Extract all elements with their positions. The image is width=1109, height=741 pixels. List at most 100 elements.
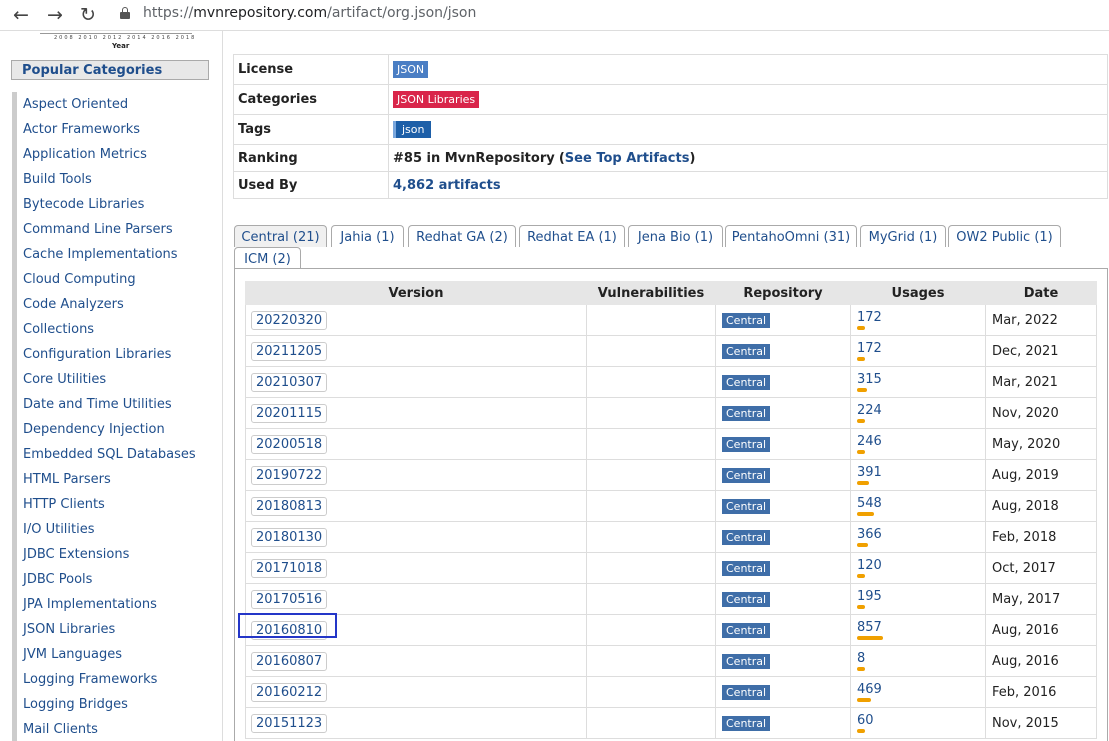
sidebar-category-link[interactable]: Configuration Libraries [12,342,196,367]
tab-ow2-public[interactable]: OW2 Public (1) [948,225,1061,247]
usage-bar [857,449,865,454]
usages-link[interactable]: 172 [857,311,985,324]
category-badge[interactable]: JSON Libraries [393,91,480,108]
version-link[interactable]: 20180130 [251,527,328,547]
repository-badge[interactable]: Central [722,467,771,483]
sidebar-category-link[interactable]: JVM Languages [12,642,196,667]
repository-badge[interactable]: Central [722,405,771,421]
version-link[interactable]: 20180813 [251,496,328,516]
tab-central[interactable]: Central (21) [234,225,327,247]
sidebar-category-link[interactable]: Core Utilities [12,367,196,392]
sidebar-category-link[interactable]: HTML Parsers [12,467,196,492]
repository-badge[interactable]: Central [722,653,771,669]
repository-badge[interactable]: Central [722,591,771,607]
usage-bar [857,728,865,733]
sidebar-category-link[interactable]: Command Line Parsers [12,217,196,242]
usages-link[interactable]: 857 [857,621,985,634]
usages-link[interactable]: 224 [857,404,985,417]
vulnerabilities-cell [586,428,716,460]
repository-badge[interactable]: Central [722,436,771,452]
version-link[interactable]: 20160212 [251,682,328,702]
version-link[interactable]: 20151123 [251,713,328,733]
version-link[interactable]: 20210307 [251,372,328,392]
sidebar-category-link[interactable]: Date and Time Utilities [12,392,196,417]
sidebar-category-link[interactable]: Cloud Computing [12,267,196,292]
sidebar-category-link[interactable]: Logging Frameworks [12,667,196,692]
sidebar-category-link[interactable]: Embedded SQL Databases [12,442,196,467]
sidebar-category-link[interactable]: Code Analyzers [12,292,196,317]
tag-badge[interactable]: json [393,121,431,138]
usage-bar [857,542,868,547]
sidebar-category-link[interactable]: Dependency Injection [12,417,196,442]
usages-link[interactable]: 60 [857,714,985,727]
sidebar-category-link[interactable]: Mail Clients [12,717,196,741]
usages-link[interactable]: 548 [857,497,985,510]
sidebar-category-link[interactable]: Aspect Oriented [12,92,196,117]
tab-redhat-ea[interactable]: Redhat EA (1) [519,225,625,247]
header-version: Version [245,281,587,305]
usages-link[interactable]: 246 [857,435,985,448]
sidebar-category-link[interactable]: Application Metrics [12,142,196,167]
usages-link[interactable]: 172 [857,342,985,355]
release-date: Aug, 2018 [985,490,1097,522]
version-link[interactable]: 20170516 [251,589,328,609]
address-bar[interactable]: https://mvnrepository.com/artifact/org.j… [143,5,476,21]
usedby-link[interactable]: 4,862 artifacts [393,178,501,193]
lock-icon[interactable] [120,7,130,19]
arrow-left-icon[interactable]: ← [10,4,32,26]
version-link[interactable]: 20220320 [251,310,328,330]
chart-axis [40,33,192,34]
tab-pentahoomni[interactable]: PentahoOmni (31) [725,225,857,247]
sidebar-category-link[interactable]: I/O Utilities [12,517,196,542]
sidebar-category-link[interactable]: JDBC Pools [12,567,196,592]
repository-badge[interactable]: Central [722,312,771,328]
repository-badge[interactable]: Central [722,498,771,514]
tab-jahia[interactable]: Jahia (1) [331,225,404,247]
repository-badge[interactable]: Central [722,374,771,390]
repository-badge[interactable]: Central [722,622,771,638]
sidebar-category-link[interactable]: Build Tools [12,167,196,192]
sidebar-category-link[interactable]: JDBC Extensions [12,542,196,567]
vulnerabilities-cell [586,583,716,615]
version-link[interactable]: 20160810 [251,620,328,640]
release-date: May, 2020 [985,428,1097,460]
arrow-right-icon[interactable]: → [44,4,66,26]
sidebar-category-link[interactable]: Cache Implementations [12,242,196,267]
usages-link[interactable]: 469 [857,683,985,696]
version-link[interactable]: 20201115 [251,403,328,423]
sidebar-category-link[interactable]: JSON Libraries [12,617,196,642]
repository-badge[interactable]: Central [722,343,771,359]
repository-badge[interactable]: Central [722,715,771,731]
tab-redhat-ga[interactable]: Redhat GA (2) [408,225,516,247]
version-link[interactable]: 20200518 [251,434,328,454]
sidebar-category-link[interactable]: Bytecode Libraries [12,192,196,217]
tab-mygrid[interactable]: MyGrid (1) [860,225,946,247]
sidebar-category-link[interactable]: Logging Bridges [12,692,196,717]
version-link[interactable]: 20211205 [251,341,328,361]
tab-jena-bio[interactable]: Jena Bio (1) [628,225,723,247]
tab-icm[interactable]: ICM (2) [234,247,301,269]
top-artifacts-link[interactable]: See Top Artifacts [565,151,690,166]
repository-badge[interactable]: Central [722,560,771,576]
reload-icon[interactable]: ↻ [77,4,99,26]
usages-link[interactable]: 366 [857,528,985,541]
usages-link[interactable]: 120 [857,559,985,572]
version-link[interactable]: 20160807 [251,651,328,671]
repository-badge[interactable]: Central [722,529,771,545]
license-badge[interactable]: JSON [393,61,429,78]
release-date: Nov, 2015 [985,707,1097,739]
version-link[interactable]: 20190722 [251,465,328,485]
sidebar-category-link[interactable]: Collections [12,317,196,342]
usages-link[interactable]: 391 [857,466,985,479]
repository-badge[interactable]: Central [722,684,771,700]
sidebar-category-link[interactable]: HTTP Clients [12,492,196,517]
sidebar-category-link[interactable]: JPA Implementations [12,592,196,617]
version-row: 20210307 Central 315 Mar, 2021 [245,366,1097,398]
vulnerabilities-cell [586,552,716,584]
usages-link[interactable]: 315 [857,373,985,386]
version-row: 20160212 Central 469 Feb, 2016 [245,676,1097,708]
sidebar-category-link[interactable]: Actor Frameworks [12,117,196,142]
usages-link[interactable]: 8 [857,652,985,665]
version-link[interactable]: 20171018 [251,558,328,578]
usages-link[interactable]: 195 [857,590,985,603]
